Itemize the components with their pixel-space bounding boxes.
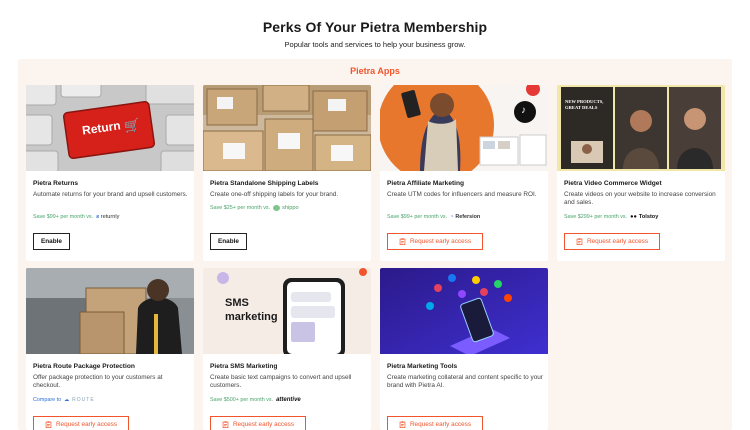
sms-marketing-image: SMS marketing — [203, 268, 371, 354]
card-description: Create one-off shipping labels for your … — [210, 191, 339, 198]
attentive-logo: attentive — [276, 397, 301, 403]
savings-text: Save $99+ per month vs. — [387, 214, 448, 220]
marketing-tools-image — [380, 268, 548, 354]
clipboard-icon — [399, 421, 406, 428]
route-logo: ☁ ROUTE — [64, 397, 95, 403]
card-shipping-labels: Pietra Standalone Shipping Labels Create… — [203, 85, 371, 261]
request-early-access-button[interactable]: Request early access — [387, 233, 483, 250]
card-description: Offer package protection to your custome… — [33, 374, 163, 390]
tiktok-icon: ♪ — [521, 105, 526, 116]
savings-note: Save $99+ per month vs. ◔ Refersion — [387, 214, 480, 220]
savings-note: Save $25+ per month vs. shippo — [210, 205, 299, 211]
savings-note: Save $500+ per month vs. attentive — [210, 397, 301, 403]
refersion-logo: ◔ Refersion — [450, 214, 481, 220]
returns-keyboard-image: Return 🛒 — [26, 85, 194, 171]
brand-name: Tolstoy — [638, 214, 659, 220]
card-description: Create marketing collateral and content … — [387, 374, 543, 390]
card-marketing-tools: Pietra Marketing Tools Create marketing … — [380, 268, 548, 430]
affiliate-influencer-image: ♪ — [380, 85, 548, 171]
section-title: Pietra Apps — [350, 66, 400, 76]
page-subtitle: Popular tools and services to help your … — [284, 40, 466, 49]
shipping-boxes-image — [203, 85, 371, 171]
card-title: Pietra Affiliate Marketing — [387, 180, 465, 187]
returnly-logo: ƨ returnly — [96, 214, 120, 220]
card-description: Create UTM codes for influencers and mea… — [387, 191, 537, 198]
request-early-access-button[interactable]: Request early access — [564, 233, 660, 250]
request-early-access-button[interactable]: Request early access — [210, 416, 306, 430]
card-title: Pietra Video Commerce Widget — [564, 180, 662, 187]
savings-text: Save $299+ per month vs. — [564, 214, 628, 220]
video-commerce-image: NEW PRODUCTS, GREAT DEALS — [557, 85, 725, 171]
sms-art-text: SMS marketing — [225, 297, 278, 323]
button-label: Request early access — [409, 421, 472, 428]
request-early-access-button[interactable]: Request early access — [33, 416, 129, 430]
card-title: Pietra Marketing Tools — [387, 363, 458, 370]
savings-note: Save $99+ per month vs. ƨ returnly — [33, 214, 119, 220]
brand-name: Refersion — [455, 214, 481, 220]
card-description: Create videos on your website to increas… — [564, 191, 716, 207]
card-pietra-returns: Return 🛒 Pietra Returns Automate returns… — [26, 85, 194, 261]
button-label: Request early access — [232, 421, 295, 428]
card-title: Pietra Returns — [33, 180, 79, 187]
card-affiliate-marketing: ♪ Pietra Affiliate Marketing Create UTM … — [380, 85, 548, 261]
card-title: Pietra Route Package Protection — [33, 363, 135, 370]
page-title: Perks Of Your Pietra Membership — [262, 19, 488, 35]
button-label: Request early access — [409, 238, 472, 245]
card-video-commerce: NEW PRODUCTS, GREAT DEALS Pietra Video C… — [557, 85, 725, 261]
card-title: Pietra SMS Marketing — [210, 363, 278, 370]
cart-icon: 🛒 — [122, 116, 142, 135]
card-route-protection: Pietra Route Package Protection Offer pa… — [26, 268, 194, 430]
button-label: Request early access — [55, 421, 118, 428]
brand-name: shippo — [282, 205, 299, 211]
savings-text: Save $25+ per month vs. — [210, 205, 271, 211]
clipboard-icon — [576, 238, 583, 245]
card-description: Create basic text campaigns to convert a… — [210, 374, 352, 390]
enable-button[interactable]: Enable — [210, 233, 247, 250]
brand-name: returnly — [100, 214, 120, 220]
clipboard-icon — [45, 421, 52, 428]
savings-text: Save $500+ per month vs. — [210, 397, 274, 403]
card-description: Automate returns for your brand and upse… — [33, 191, 188, 198]
clipboard-icon — [399, 238, 406, 245]
video-overlay-text: NEW PRODUCTS, GREAT DEALS — [565, 99, 604, 110]
savings-note: Compare to ☁ ROUTE — [33, 397, 95, 403]
savings-note: Save $299+ per month vs. ●● Tolstoy — [564, 214, 658, 220]
shippo-logo: shippo — [273, 205, 299, 211]
brand-name: ROUTE — [72, 397, 95, 403]
button-label: Request early access — [586, 238, 649, 245]
card-sms-marketing: SMS marketing Pietra SMS Marketing Creat… — [203, 268, 371, 430]
enable-button[interactable]: Enable — [33, 233, 70, 250]
tolstoy-logo: ●● Tolstoy — [630, 214, 659, 220]
savings-text: Compare to — [33, 397, 62, 403]
request-early-access-button[interactable]: Request early access — [387, 416, 483, 430]
savings-text: Save $99+ per month vs. — [33, 214, 94, 220]
clipboard-icon — [222, 421, 229, 428]
card-title: Pietra Standalone Shipping Labels — [210, 180, 319, 187]
delivery-person-image — [26, 268, 194, 354]
